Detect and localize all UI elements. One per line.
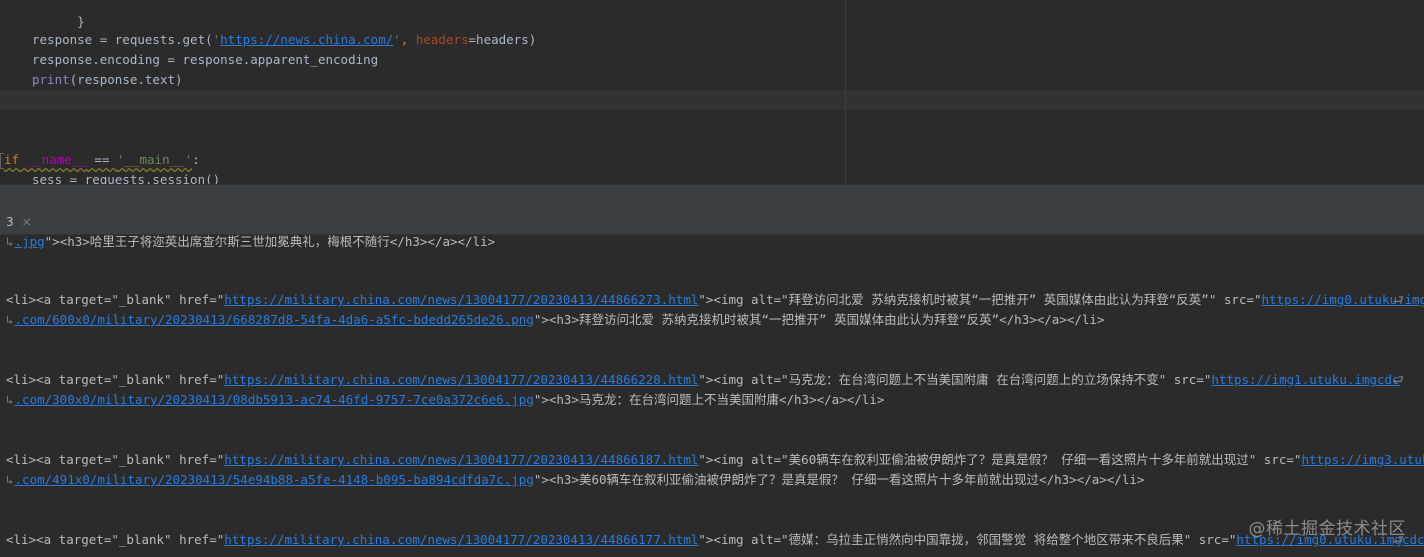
close-icon[interactable]: × [22, 210, 32, 234]
code-token: , [400, 32, 416, 47]
code-url-link[interactable]: https://news.china.com/ [220, 32, 393, 47]
code-line-encoding[interactable]: response.encoding = response.apparent_en… [32, 50, 378, 70]
console-link[interactable]: .com/600x0/military/20230413/668287d8-54… [15, 312, 534, 327]
console-line: ↳.jpg"><h3>哈里王子将迩英出席查尔斯三世加冕典礼，梅根不随行</h3>… [6, 235, 496, 249]
run-tool-window-tabs: 3 × [0, 210, 1424, 235]
console-link[interactable]: https://military.china.com/news/13004177… [224, 532, 698, 547]
console-link[interactable]: .com/300x0/military/20230413/08db5913-ac… [15, 392, 534, 407]
code-token: ' [393, 32, 401, 47]
run-tab[interactable]: 3 × [0, 210, 38, 234]
code-token: headers [415, 32, 469, 47]
console-link[interactable]: https://military.china.com/news/13004177… [224, 372, 698, 387]
code-token: __name__ [26, 152, 87, 167]
code-line-print[interactable]: print(response.text) [32, 70, 183, 90]
console-link[interactable]: https://military.china.com/news/13004177… [224, 292, 698, 307]
console-line: <li><a target="_blank" href="https://mil… [6, 370, 1424, 390]
pane-splitter[interactable] [0, 184, 1424, 212]
soft-wrap-icon: ↳ [6, 235, 14, 249]
console-line: <li><a target="_blank" href="https://mil… [6, 450, 1424, 470]
soft-wrap-icon: ↳ [6, 312, 14, 327]
code-token: == [86, 152, 117, 167]
console-link[interactable]: https://img1.utuku.imgcdc [1211, 372, 1399, 387]
code-token: (response.text) [69, 72, 183, 87]
code-token: '__main__' [116, 152, 193, 167]
soft-wrap-end-icon: ⮐ [1392, 372, 1404, 387]
console-line: ↳.com/600x0/military/20230413/668287d8-5… [6, 312, 1105, 327]
code-token: response.encoding = response.apparent_en… [32, 52, 379, 67]
code-token: if [4, 152, 20, 167]
code-line-session[interactable]: sess = requests.session() [32, 170, 220, 184]
code-editor[interactable]: } response = requests.get( 'https://news.… [0, 0, 1424, 184]
right-margin-guide [845, 0, 846, 184]
console-line: <li><a target="_blank" href="https://mil… [6, 290, 1424, 310]
soft-wrap-icon: ↳ [6, 392, 14, 407]
code-token: sess = requests.session() [32, 172, 221, 184]
code-line-requests-get[interactable]: response = requests.get( 'https://news.ch… [32, 30, 536, 50]
console-link[interactable]: https://img3.utuku.imgcdc [1301, 452, 1424, 467]
console-line: ↳.com/300x0/military/20230413/08db5913-a… [6, 392, 885, 407]
console-line: <li><a target="_blank" href="https://mil… [6, 530, 1424, 550]
console-line: ↳.com/491x0/military/20230413/54e94b88-a… [6, 472, 1145, 487]
ide-window: } response = requests.get( 'https://news.… [0, 0, 1424, 557]
code-line-closing-brace[interactable]: } [32, 0, 85, 29]
run-console-output[interactable]: ↳.jpg"><h3>哈里王子将迩英出席查尔斯三世加冕典礼，梅根不随行</h3>… [0, 235, 1424, 557]
soft-wrap-icon: ↳ [6, 472, 14, 487]
run-tab-label: 3 [6, 215, 14, 229]
console-link[interactable]: .jpg [15, 235, 45, 249]
code-token: response = requests.get( [32, 32, 213, 47]
console-link[interactable]: https://military.china.com/news/13004177… [224, 452, 698, 467]
code-token: print [32, 72, 70, 87]
code-token: : [192, 152, 200, 167]
current-line-highlight [0, 90, 1424, 110]
console-link[interactable]: .com/491x0/military/20230413/54e94b88-a5… [15, 472, 534, 487]
code-token: =headers) [468, 32, 537, 47]
watermark: @稀土掘金技术社区 [1248, 519, 1406, 539]
soft-wrap-end-icon: ⮐ [1392, 292, 1404, 307]
code-line-if-main[interactable]: if __name__ == '__main__': [4, 150, 200, 170]
